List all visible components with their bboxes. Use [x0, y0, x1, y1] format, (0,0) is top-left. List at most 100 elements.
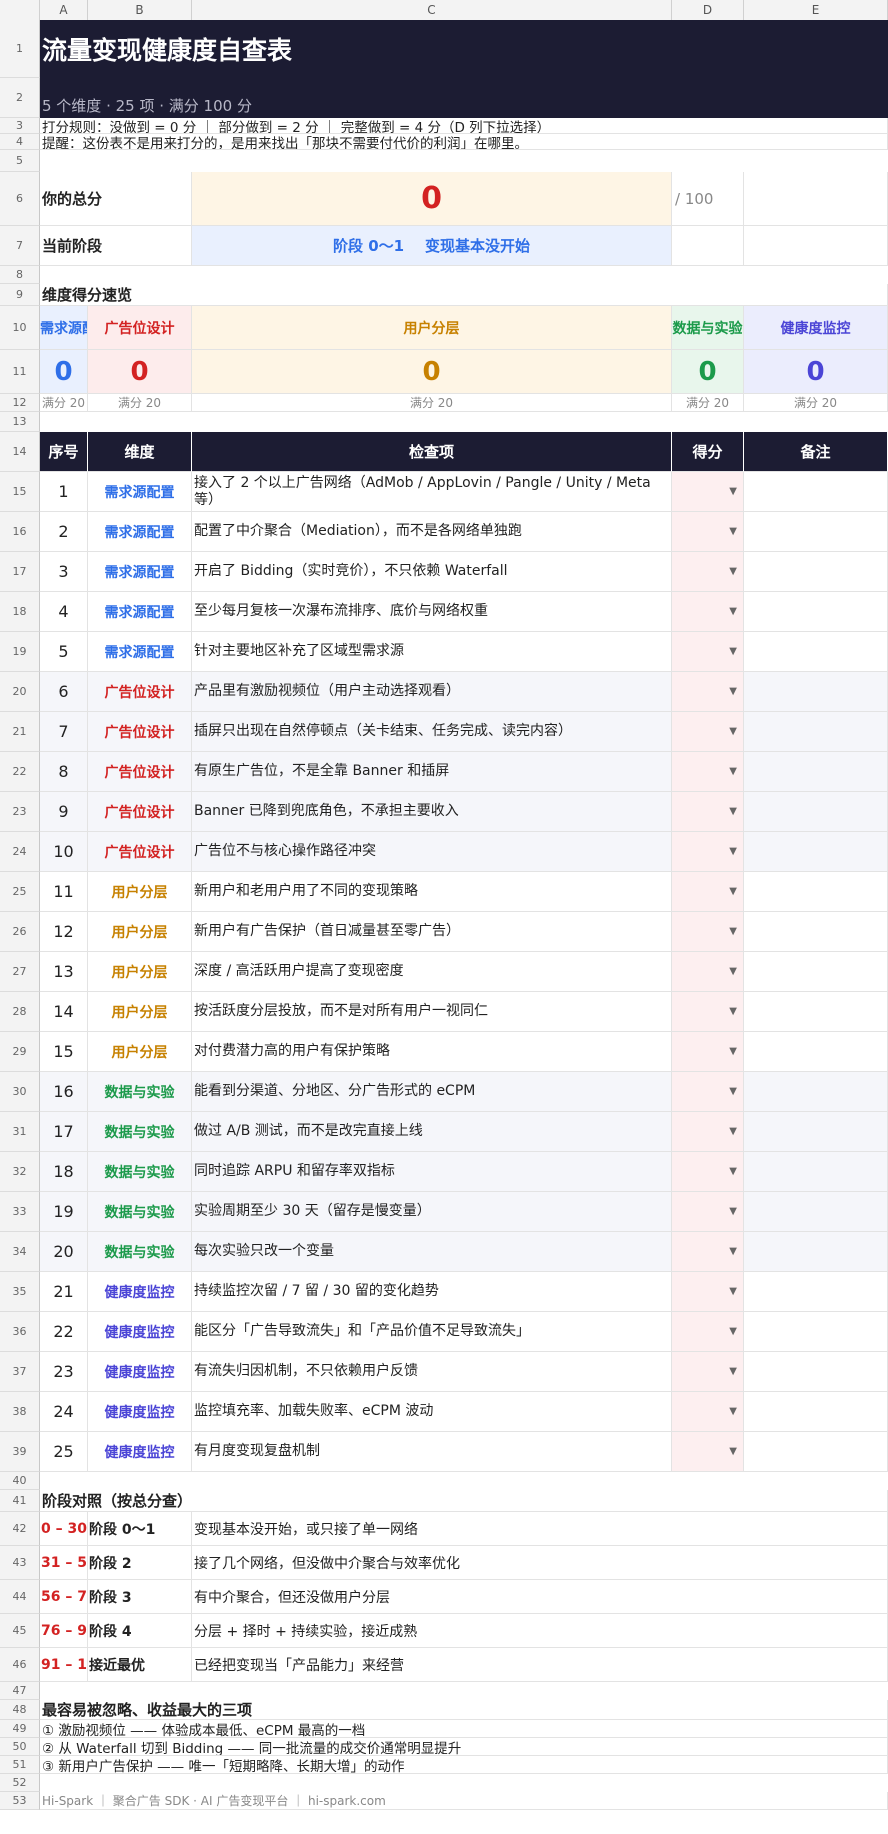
row-header[interactable]: 49 [0, 1720, 40, 1738]
row-header[interactable]: 5 [0, 150, 40, 172]
score-dropdown[interactable]: ▼ [672, 1152, 744, 1192]
score-dropdown[interactable]: ▼ [672, 1352, 744, 1392]
row-header[interactable]: 4 [0, 134, 40, 150]
row-header[interactable]: 9 [0, 284, 40, 306]
score-dropdown[interactable]: ▼ [672, 872, 744, 912]
row-header[interactable]: 12 [0, 394, 40, 412]
chevron-down-icon[interactable]: ▼ [729, 926, 737, 937]
row-header[interactable]: 7 [0, 226, 40, 266]
chevron-down-icon[interactable]: ▼ [729, 1166, 737, 1177]
chevron-down-icon[interactable]: ▼ [729, 1446, 737, 1457]
row-header[interactable]: 10 [0, 306, 40, 350]
chevron-down-icon[interactable]: ▼ [729, 966, 737, 977]
row-header[interactable]: 38 [0, 1392, 40, 1432]
chevron-down-icon[interactable]: ▼ [729, 886, 737, 897]
score-dropdown[interactable]: ▼ [672, 712, 744, 752]
score-dropdown[interactable]: ▼ [672, 792, 744, 832]
row-header[interactable]: 33 [0, 1192, 40, 1232]
note-cell[interactable] [744, 512, 888, 552]
row-header[interactable]: 22 [0, 752, 40, 792]
score-dropdown[interactable]: ▼ [672, 512, 744, 552]
score-dropdown[interactable]: ▼ [672, 752, 744, 792]
row-header[interactable]: 25 [0, 872, 40, 912]
score-dropdown[interactable]: ▼ [672, 632, 744, 672]
score-dropdown[interactable]: ▼ [672, 992, 744, 1032]
note-cell[interactable] [744, 752, 888, 792]
row-header[interactable]: 47 [0, 1682, 40, 1700]
row-header[interactable]: 46 [0, 1648, 40, 1682]
row-header[interactable]: 32 [0, 1152, 40, 1192]
row-header[interactable]: 26 [0, 912, 40, 952]
score-dropdown[interactable]: ▼ [672, 1192, 744, 1232]
note-cell[interactable] [744, 1112, 888, 1152]
note-cell[interactable] [744, 1392, 888, 1432]
row-header[interactable]: 45 [0, 1614, 40, 1648]
column-header-c[interactable]: C [192, 0, 672, 20]
score-dropdown[interactable]: ▼ [672, 952, 744, 992]
note-cell[interactable] [744, 792, 888, 832]
row-header[interactable]: 3 [0, 118, 40, 134]
column-header-e[interactable]: E [744, 0, 888, 20]
score-dropdown[interactable]: ▼ [672, 832, 744, 872]
note-cell[interactable] [744, 1152, 888, 1192]
row-header[interactable]: 1 [0, 20, 40, 78]
chevron-down-icon[interactable]: ▼ [729, 566, 737, 577]
row-header[interactable]: 41 [0, 1490, 40, 1512]
note-cell[interactable] [744, 592, 888, 632]
score-dropdown[interactable]: ▼ [672, 1112, 744, 1152]
score-dropdown[interactable]: ▼ [672, 1432, 744, 1472]
row-header[interactable]: 13 [0, 412, 40, 432]
chevron-down-icon[interactable]: ▼ [729, 1086, 737, 1097]
row-header[interactable]: 39 [0, 1432, 40, 1472]
note-cell[interactable] [744, 872, 888, 912]
row-header[interactable]: 42 [0, 1512, 40, 1546]
row-header[interactable]: 40 [0, 1472, 40, 1490]
row-header[interactable]: 34 [0, 1232, 40, 1272]
score-dropdown[interactable]: ▼ [672, 472, 744, 512]
note-cell[interactable] [744, 912, 888, 952]
chevron-down-icon[interactable]: ▼ [729, 1206, 737, 1217]
row-header[interactable]: 28 [0, 992, 40, 1032]
row-header[interactable]: 11 [0, 350, 40, 394]
row-header[interactable]: 53 [0, 1792, 40, 1810]
chevron-down-icon[interactable]: ▼ [729, 1326, 737, 1337]
row-header[interactable]: 24 [0, 832, 40, 872]
row-header[interactable]: 14 [0, 432, 40, 472]
score-dropdown[interactable]: ▼ [672, 912, 744, 952]
row-header[interactable]: 17 [0, 552, 40, 592]
row-header[interactable]: 15 [0, 472, 40, 512]
score-dropdown[interactable]: ▼ [672, 1072, 744, 1112]
chevron-down-icon[interactable]: ▼ [729, 1006, 737, 1017]
note-cell[interactable] [744, 472, 888, 512]
row-header[interactable]: 31 [0, 1112, 40, 1152]
row-header[interactable]: 27 [0, 952, 40, 992]
row-header[interactable]: 52 [0, 1774, 40, 1792]
score-dropdown[interactable]: ▼ [672, 552, 744, 592]
score-dropdown[interactable]: ▼ [672, 1312, 744, 1352]
column-header-a[interactable]: A [40, 0, 88, 20]
chevron-down-icon[interactable]: ▼ [729, 606, 737, 617]
note-cell[interactable] [744, 1432, 888, 1472]
note-cell[interactable] [744, 1192, 888, 1232]
chevron-down-icon[interactable]: ▼ [729, 1246, 737, 1257]
chevron-down-icon[interactable]: ▼ [729, 1046, 737, 1057]
column-header-d[interactable]: D [672, 0, 744, 20]
note-cell[interactable] [744, 1272, 888, 1312]
row-header[interactable]: 21 [0, 712, 40, 752]
row-header[interactable]: 16 [0, 512, 40, 552]
row-header[interactable]: 43 [0, 1546, 40, 1580]
score-dropdown[interactable]: ▼ [672, 1032, 744, 1072]
chevron-down-icon[interactable]: ▼ [729, 686, 737, 697]
chevron-down-icon[interactable]: ▼ [729, 1366, 737, 1377]
note-cell[interactable] [744, 952, 888, 992]
row-header[interactable]: 51 [0, 1756, 40, 1774]
row-header[interactable]: 2 [0, 78, 40, 118]
chevron-down-icon[interactable]: ▼ [729, 846, 737, 857]
note-cell[interactable] [744, 1232, 888, 1272]
note-cell[interactable] [744, 712, 888, 752]
row-header[interactable]: 18 [0, 592, 40, 632]
column-header-b[interactable]: B [88, 0, 192, 20]
row-header[interactable]: 8 [0, 266, 40, 284]
chevron-down-icon[interactable]: ▼ [729, 486, 737, 497]
chevron-down-icon[interactable]: ▼ [729, 726, 737, 737]
